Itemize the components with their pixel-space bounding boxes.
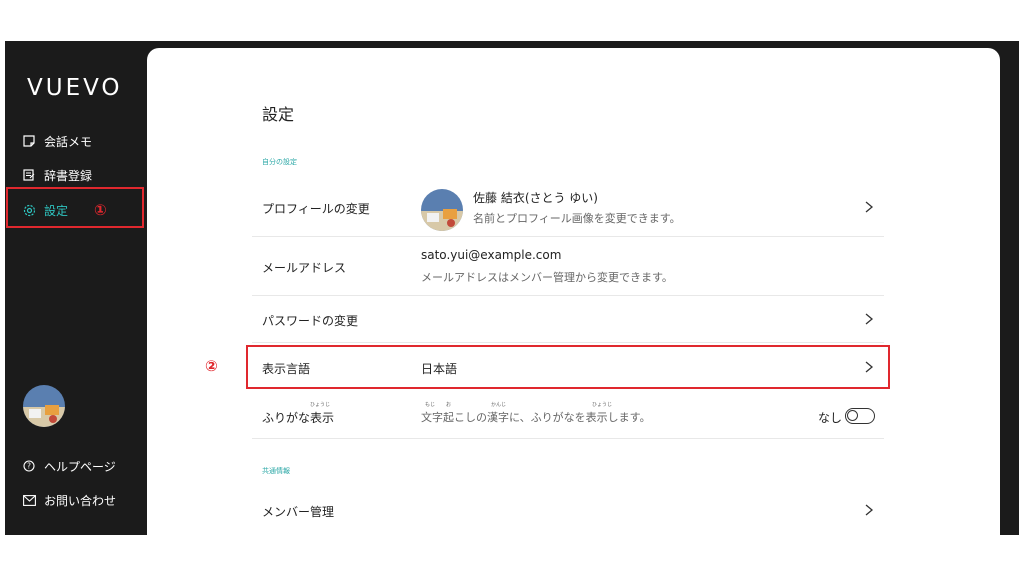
sidebar-item-label: ヘルプページ — [44, 459, 116, 474]
ruby-text: ひょうじ — [592, 402, 613, 408]
sidebar-item-label: 辞書登録 — [44, 168, 93, 183]
page-title: 設定 — [262, 105, 295, 124]
furigana-toggle[interactable] — [845, 408, 875, 424]
highlight-box-2 — [246, 345, 890, 389]
toggle-knob — [847, 410, 858, 421]
email-desc: メールアドレスはメンバー管理から変更できます。 — [421, 271, 673, 284]
annotation-2: ② — [205, 357, 218, 375]
chevron-right-icon[interactable] — [863, 313, 875, 325]
email-row-label: メールアドレス — [262, 261, 347, 275]
profile-name: 佐藤 結衣(さとう ゆい) — [473, 191, 598, 205]
profile-desc: 名前とプロフィール画像を変更できます。 — [473, 212, 681, 225]
divider — [252, 438, 884, 439]
toggle-label: なし — [818, 411, 843, 425]
divider — [252, 342, 884, 343]
ruby-text: もじ — [425, 402, 436, 408]
avatar[interactable] — [23, 385, 65, 427]
section-label-personal: 自分の設定 — [262, 158, 297, 166]
sidebar-item-contact[interactable]: お問い合わせ — [22, 489, 116, 511]
profile-avatar — [421, 189, 463, 231]
ruby-text: お — [446, 402, 452, 408]
members-row-label[interactable]: メンバー管理 — [262, 503, 334, 520]
furigana-desc: 文字起こしの漢字に、ふりがなを表示します。 — [421, 411, 651, 424]
sidebar-item-label: 会話メモ — [44, 134, 93, 149]
chevron-right-icon[interactable] — [863, 504, 875, 516]
divider — [252, 236, 884, 237]
divider — [252, 295, 884, 296]
section-label-shared: 共通情報 — [262, 467, 290, 475]
mail-icon — [22, 493, 36, 507]
furigana-row-label: ふりがな表示 — [262, 411, 335, 425]
sidebar-item-help[interactable]: ? ヘルプページ — [22, 455, 116, 477]
email-value: sato.yui@example.com — [421, 248, 562, 262]
memo-icon — [22, 134, 36, 148]
sidebar-item-memo[interactable]: 会話メモ — [22, 130, 92, 152]
ruby-text: かんじ — [491, 402, 507, 408]
sidebar-item-label: お問い合わせ — [44, 493, 117, 508]
dictionary-icon — [22, 168, 36, 182]
chevron-right-icon[interactable] — [863, 201, 875, 213]
highlight-box-1 — [6, 187, 144, 228]
svg-text:?: ? — [27, 462, 31, 471]
password-row-label[interactable]: パスワードの変更 — [262, 312, 358, 329]
brand-logo: VUEVO — [27, 75, 123, 101]
ruby-text: ひょうじ — [310, 402, 331, 408]
sidebar-item-dictionary[interactable]: 辞書登録 — [22, 164, 92, 186]
profile-row-label[interactable]: プロフィールの変更 — [262, 200, 370, 217]
help-icon: ? — [22, 459, 36, 473]
